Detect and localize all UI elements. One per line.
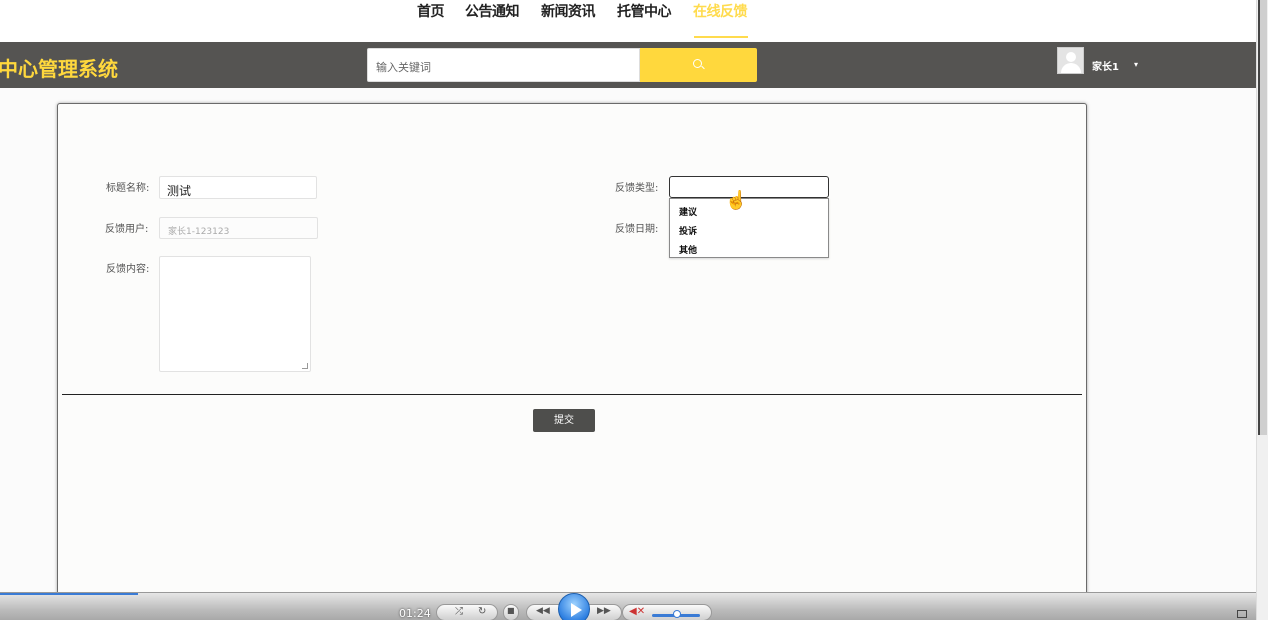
playback-progress[interactable] bbox=[0, 593, 138, 595]
type-option-suggestion[interactable]: 建议 bbox=[679, 205, 697, 218]
user-field: 家长1-123123 bbox=[159, 217, 318, 239]
nav-item-home[interactable]: 首页 bbox=[417, 2, 445, 38]
feedback-form-card: 标题名称: 测试 反馈用户: 家长1-123123 反馈内容: 反馈类型: 反馈… bbox=[57, 103, 1087, 620]
type-label: 反馈类型: bbox=[615, 183, 659, 194]
title-input[interactable]: 测试 bbox=[159, 176, 317, 199]
page-scrollbar[interactable] bbox=[1256, 0, 1268, 620]
playback-time: 01:24 bbox=[399, 607, 431, 620]
repeat-icon[interactable]: ↻ bbox=[478, 606, 486, 617]
mute-icon[interactable]: ◀✕ bbox=[629, 606, 645, 617]
form-divider bbox=[62, 394, 1082, 395]
fast-forward-icon[interactable]: ▶▶ bbox=[597, 606, 611, 616]
nav-item-notices[interactable]: 公告通知 bbox=[465, 2, 520, 38]
avatar[interactable] bbox=[1057, 47, 1084, 74]
stop-icon[interactable]: ■ bbox=[507, 606, 515, 615]
search-icon bbox=[693, 59, 702, 68]
nav-item-care-center[interactable]: 托管中心 bbox=[617, 2, 672, 38]
rewind-icon[interactable]: ◀◀ bbox=[536, 606, 550, 616]
user-label: 反馈用户: bbox=[105, 224, 149, 235]
content-textarea[interactable] bbox=[159, 256, 311, 372]
date-label: 反馈日期: bbox=[615, 224, 659, 235]
submit-button[interactable]: 提交 bbox=[533, 409, 595, 432]
user-name[interactable]: 家长1 bbox=[1092, 58, 1119, 73]
scrollbar-thumb[interactable] bbox=[1258, 0, 1267, 435]
type-option-other[interactable]: 其他 bbox=[679, 243, 697, 256]
caret-down-icon[interactable]: ▾ bbox=[1134, 60, 1138, 69]
resize-grip-icon[interactable] bbox=[302, 363, 308, 369]
type-option-complaint[interactable]: 投诉 bbox=[679, 224, 697, 237]
loop-controls bbox=[436, 604, 498, 620]
hand-cursor-icon: ☝ bbox=[725, 190, 748, 210]
top-navigation: 首页 公告通知 新闻资讯 托管中心 在线反馈 bbox=[0, 0, 1256, 42]
media-player-bar: 01:24 ⤮ ↻ ■ ◀◀ ▶▶ ◀✕ bbox=[0, 592, 1256, 620]
search-button[interactable] bbox=[640, 48, 757, 82]
fullscreen-icon[interactable] bbox=[1237, 610, 1247, 618]
nav-item-news[interactable]: 新闻资讯 bbox=[541, 2, 596, 38]
page: 首页 公告通知 新闻资讯 托管中心 在线反馈 中心管理系统 输入关键词 家长1 … bbox=[0, 0, 1268, 620]
title-label: 标题名称: bbox=[106, 183, 150, 194]
system-title: 中心管理系统 bbox=[0, 57, 118, 81]
play-button[interactable] bbox=[558, 593, 590, 620]
search-input[interactable]: 输入关键词 bbox=[367, 48, 640, 82]
type-select[interactable] bbox=[669, 176, 829, 198]
content-label: 反馈内容: bbox=[106, 264, 150, 275]
type-dropdown-list: 建议 投诉 其他 bbox=[669, 198, 829, 258]
active-nav-underline bbox=[694, 36, 748, 38]
nav-item-feedback[interactable]: 在线反馈 bbox=[693, 2, 748, 38]
volume-slider-knob[interactable] bbox=[673, 610, 681, 618]
shuffle-icon[interactable]: ⤮ bbox=[455, 606, 463, 617]
header-bar: 中心管理系统 输入关键词 家长1 ▾ bbox=[0, 42, 1256, 88]
